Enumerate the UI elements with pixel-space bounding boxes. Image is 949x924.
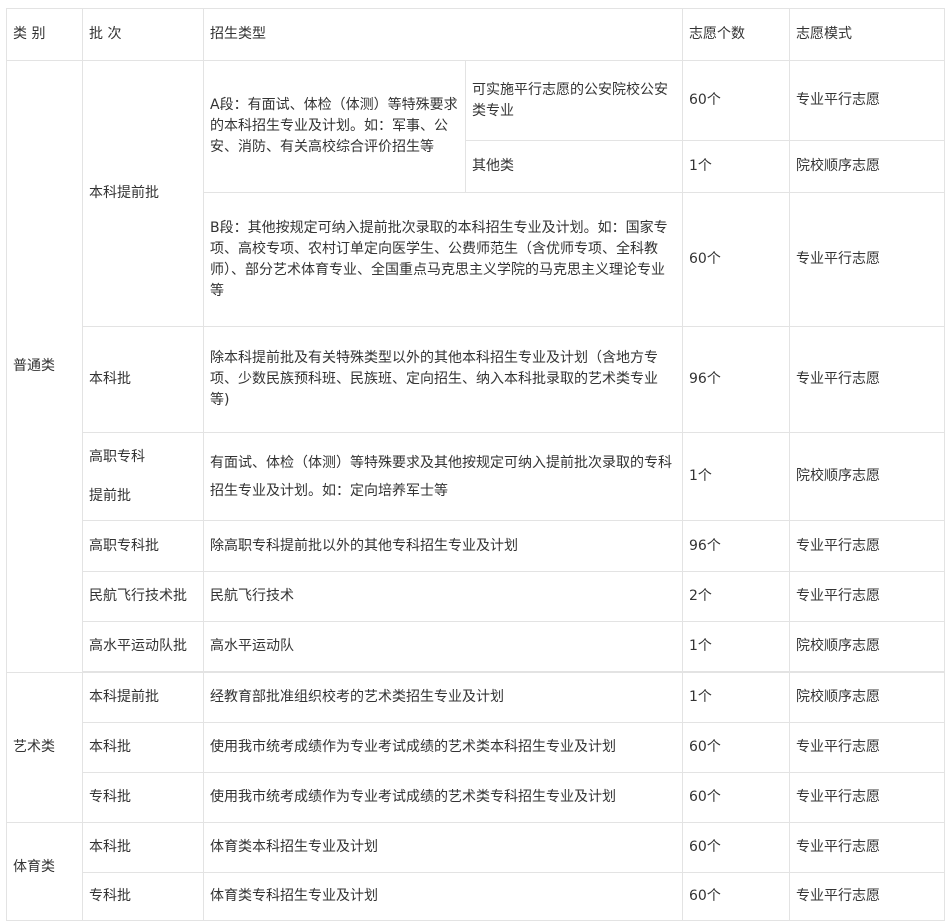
table-row: 专科批 体育类专科招生专业及计划 60个 专业平行志愿 bbox=[7, 872, 945, 921]
batch-benke-tiqian: 本科提前批 bbox=[82, 60, 204, 327]
mode-a2: 院校顺序志愿 bbox=[789, 140, 945, 193]
batch-gaozhi-tiqian: 高职专科 提前批 bbox=[82, 432, 204, 521]
type-gaoshuiping: 高水平运动队 bbox=[203, 621, 683, 672]
batch-gaozhi-tiqian-line1: 高职专科 bbox=[89, 448, 145, 465]
type-minhang: 民航飞行技术 bbox=[203, 571, 683, 622]
mode-yishu-2: 专业平行志愿 bbox=[789, 772, 945, 823]
header-count: 志愿个数 bbox=[682, 8, 790, 61]
category-putong: 普通类 bbox=[6, 60, 83, 673]
header-category: 类 别 bbox=[6, 8, 83, 61]
batch-gaozhi-tiqian-line2: 提前批 bbox=[89, 487, 131, 504]
batch-yishu-0: 本科提前批 bbox=[82, 672, 204, 723]
mode-tiyu-0: 专业平行志愿 bbox=[789, 822, 945, 873]
table-row: 高水平运动队批 高水平运动队 1个 院校顺序志愿 bbox=[7, 621, 945, 672]
type-yishu-2: 使用我市统考成绩作为专业考试成绩的艺术类专科招生专业及计划 bbox=[203, 772, 683, 823]
header-type: 招生类型 bbox=[203, 8, 683, 61]
count-yishu-2: 60个 bbox=[682, 772, 790, 823]
type-a-section: A段：有面试、体检（体测）等特殊要求的本科招生专业及计划。如：军事、公安、消防、… bbox=[203, 60, 466, 193]
count-benke: 96个 bbox=[682, 326, 790, 433]
batch-gaoshuiping: 高水平运动队批 bbox=[82, 621, 204, 672]
mode-gaoshuiping: 院校顺序志愿 bbox=[789, 621, 945, 672]
table-row: 本科批 使用我市统考成绩作为专业考试成绩的艺术类本科招生专业及计划 60个 专业… bbox=[7, 722, 945, 773]
batch-tiyu-0: 本科批 bbox=[82, 822, 204, 873]
type-benke: 除本科提前批及有关特殊类型以外的其他本科招生专业及计划（含地方专项、少数民族预科… bbox=[203, 326, 683, 433]
batch-gaozhi: 高职专科批 bbox=[82, 520, 204, 572]
count-tiyu-0: 60个 bbox=[682, 822, 790, 873]
count-gaozhi-tiqian: 1个 bbox=[682, 432, 790, 521]
header-row: 类 别 批 次 招生类型 志愿个数 志愿模式 bbox=[6, 8, 945, 61]
mode-yishu-0: 院校顺序志愿 bbox=[789, 672, 945, 723]
count-b: 60个 bbox=[682, 192, 790, 327]
header-mode: 志愿模式 bbox=[789, 8, 945, 61]
mode-tiyu-1: 专业平行志愿 bbox=[789, 872, 945, 921]
table-row: 高职专科批 除高职专科提前批以外的其他专科招生专业及计划 96个 专业平行志愿 bbox=[7, 520, 945, 572]
table-row: 高职专科提前批 有面试、体检（体测）等特殊要求及其他按规定可纳入提前批次录取的专… bbox=[7, 432, 945, 521]
table-row: 普通类 本科提前批 A段：有面试、体检（体测）等特殊要求的本科招生专业及计划。如… bbox=[6, 60, 945, 673]
count-a2: 1个 bbox=[682, 140, 790, 193]
table-row: 本科批 除本科提前批及有关特殊类型以外的其他本科招生专业及计划（含地方专项、少数… bbox=[7, 326, 945, 433]
type-a1: 可实施平行志愿的公安院校公安类专业 bbox=[465, 60, 683, 141]
header-batch: 批 次 bbox=[82, 8, 204, 61]
category-yishu: 艺术类 bbox=[6, 672, 83, 823]
type-yishu-0: 经教育部批准组织校考的艺术类招生专业及计划 bbox=[203, 672, 683, 723]
count-gaozhi: 96个 bbox=[682, 520, 790, 572]
type-b-section: B段：其他按规定可纳入提前批次录取的本科招生专业及计划。如：国家专项、高校专项、… bbox=[203, 192, 683, 327]
table-row: 艺术类 本科提前批 经教育部批准组织校考的艺术类招生专业及计划 1个 院校顺序志… bbox=[6, 672, 945, 823]
count-minhang: 2个 bbox=[682, 571, 790, 622]
batch-minhang: 民航飞行技术批 bbox=[82, 571, 204, 622]
mode-benke: 专业平行志愿 bbox=[789, 326, 945, 433]
type-tiyu-0: 体育类本科招生专业及计划 bbox=[203, 822, 683, 873]
mode-b: 专业平行志愿 bbox=[789, 192, 945, 327]
type-yishu-1: 使用我市统考成绩作为专业考试成绩的艺术类本科招生专业及计划 bbox=[203, 722, 683, 773]
type-tiyu-1: 体育类专科招生专业及计划 bbox=[203, 872, 683, 921]
type-gaozhi-tiqian: 有面试、体检（体测）等特殊要求及其他按规定可纳入提前批次录取的专科招生专业及计划… bbox=[203, 432, 683, 521]
table-row: 专科批 使用我市统考成绩作为专业考试成绩的艺术类专科招生专业及计划 60个 专业… bbox=[7, 772, 945, 823]
table-row: 体育类 本科批 体育类本科招生专业及计划 60个 专业平行志愿 bbox=[6, 822, 945, 921]
mode-gaozhi: 专业平行志愿 bbox=[789, 520, 945, 572]
batch-tiyu-1: 专科批 bbox=[82, 872, 204, 921]
mode-yishu-1: 专业平行志愿 bbox=[789, 722, 945, 773]
batch-yishu-2: 专科批 bbox=[82, 772, 204, 823]
count-yishu-1: 60个 bbox=[682, 722, 790, 773]
mode-minhang: 专业平行志愿 bbox=[789, 571, 945, 622]
type-a2: 其他类 bbox=[465, 140, 683, 193]
type-gaozhi: 除高职专科提前批以外的其他专科招生专业及计划 bbox=[203, 520, 683, 572]
admission-table: 类 别 批 次 招生类型 志愿个数 志愿模式 普通类 本科提前批 A段：有面试、… bbox=[6, 8, 945, 921]
count-tiyu-1: 60个 bbox=[682, 872, 790, 921]
batch-yishu-1: 本科批 bbox=[82, 722, 204, 773]
table-row: 民航飞行技术批 民航飞行技术 2个 专业平行志愿 bbox=[7, 571, 945, 622]
count-gaoshuiping: 1个 bbox=[682, 621, 790, 672]
count-yishu-0: 1个 bbox=[682, 672, 790, 723]
mode-gaozhi-tiqian: 院校顺序志愿 bbox=[789, 432, 945, 521]
batch-benke: 本科批 bbox=[82, 326, 204, 433]
mode-a1: 专业平行志愿 bbox=[789, 60, 945, 141]
category-tiyu: 体育类 bbox=[6, 822, 83, 921]
count-a1: 60个 bbox=[682, 60, 790, 141]
